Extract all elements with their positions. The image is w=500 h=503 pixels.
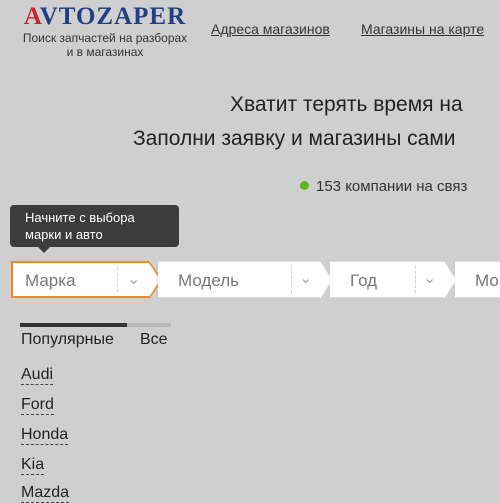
nav-link-map[interactable]: Магазины на карте	[361, 21, 484, 37]
brand-link-ford[interactable]: Ford	[21, 396, 54, 415]
chevron-down-icon[interactable]: ⌄	[423, 268, 436, 288]
tab-popular[interactable]: Популярные	[21, 331, 114, 349]
hint-line1: Начните с выбора	[25, 210, 135, 225]
tagline-line2: и в магазинах	[66, 45, 144, 59]
logo-rest: VTOZAPER	[39, 3, 187, 30]
model-select-label: Модель	[178, 271, 240, 290]
online-count-text: 153 компании на связ	[316, 178, 468, 195]
logo-block[interactable]: AVTOZAPER Поиск запчастей на разборах и …	[10, 4, 200, 60]
hero-subheadline: Заполни заявку и магазины сами	[133, 127, 456, 150]
online-status: 153 компании на связ	[300, 178, 467, 195]
brand-link-kia[interactable]: Kia	[21, 456, 45, 475]
modification-select[interactable]: Мо	[455, 261, 500, 298]
model-select[interactable]: Модель ⌄	[158, 261, 332, 299]
hint-tooltip: Начните с выбора марки и авто	[10, 205, 179, 253]
brand-select-divider	[117, 267, 118, 292]
brand-select[interactable]: Марка ⌄	[11, 261, 163, 299]
hero-headline: Хватит терять время на	[230, 93, 463, 116]
brand-link-mazda[interactable]: Mazda	[21, 484, 70, 503]
chevron-down-icon[interactable]: ⌄	[127, 269, 140, 289]
tab-indicator-active	[20, 323, 127, 327]
nav-link-addresses[interactable]: Адреса магазинов	[211, 21, 330, 37]
brand-link-audi[interactable]: Audi	[21, 366, 54, 385]
tab-all[interactable]: Все	[140, 331, 168, 349]
tab-indicator	[20, 323, 171, 327]
year-select[interactable]: Год ⌄	[330, 261, 456, 299]
logo[interactable]: AVTOZAPER	[10, 4, 200, 30]
tagline: Поиск запчастей на разборах и в магазина…	[10, 31, 200, 59]
modification-select-label: Мо	[475, 271, 499, 290]
model-select-divider	[291, 266, 292, 293]
year-select-label: Год	[350, 271, 378, 290]
tagline-line1: Поиск запчастей на разборах	[22, 31, 188, 45]
logo-first-letter: A	[23, 3, 40, 30]
year-select-divider	[415, 266, 416, 293]
brand-select-label: Марка	[25, 271, 76, 290]
hint-line2: марки и авто	[25, 227, 103, 242]
chevron-down-icon[interactable]: ⌄	[299, 268, 312, 288]
brand-link-honda[interactable]: Honda	[21, 426, 69, 445]
online-dot-icon	[300, 181, 309, 190]
